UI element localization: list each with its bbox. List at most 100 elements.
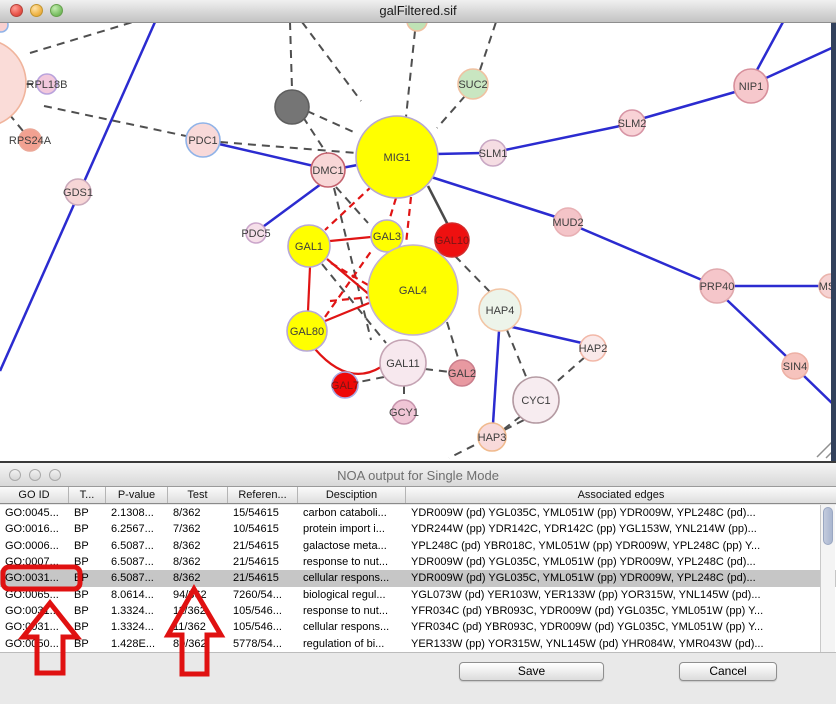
network-node-label: GCY1 (389, 407, 419, 419)
vertical-scrollbar[interactable] (820, 505, 835, 652)
table-cell: 6.5087... (106, 538, 168, 554)
network-edge-dashed[interactable] (406, 31, 415, 117)
network-node-label: SLM1 (479, 148, 508, 160)
panel-title: NOA output for Single Mode (0, 468, 836, 483)
network-edge-pp[interactable] (428, 176, 556, 217)
network-node-label: GAL2 (448, 368, 476, 380)
table-row[interactable]: GO:0031...BP1.3324...11/362105/546...cel… (0, 619, 836, 635)
column-header[interactable]: T... (69, 487, 106, 503)
network-edge-pp[interactable] (493, 331, 499, 424)
network-edge-pp[interactable] (757, 22, 783, 70)
network-edge-pp[interactable] (580, 228, 702, 280)
table-cell: response to nut... (298, 603, 406, 619)
table-cell: GO:0065... (0, 587, 69, 603)
network-edge-pp[interactable] (505, 126, 620, 150)
network-edge-red[interactable] (308, 267, 310, 311)
network-edge-pp[interactable] (512, 327, 582, 343)
column-header[interactable]: Desciption (298, 487, 406, 503)
table-row[interactable]: GO:0031...BP6.5087...8/36221/54615cellul… (0, 570, 836, 586)
network-canvas[interactable]: RPL18BRPS24AGDS1PDC1DMC1MIG1SUC2SLM1SLM2… (0, 0, 836, 461)
table-cell: cellular respons... (298, 570, 406, 586)
network-edge-dashed[interactable] (30, 22, 133, 53)
network-edge-pp[interactable] (727, 300, 787, 357)
table-cell: BP (69, 636, 106, 652)
table-cell: 6.5087... (106, 554, 168, 570)
network-node[interactable] (0, 39, 26, 127)
table-row[interactable]: GO:0065...BP8.0614...94/3627260/54...bio… (0, 587, 836, 603)
network-edge-dashed[interactable] (455, 256, 491, 293)
column-header[interactable]: Test (168, 487, 228, 503)
table-row[interactable]: GO:0031...BP1.3324...11/362105/546...res… (0, 603, 836, 619)
table-cell: BP (69, 554, 106, 570)
network-edge-pp[interactable] (766, 46, 836, 78)
table-cell: biological regul... (298, 587, 406, 603)
column-header[interactable]: GO ID (0, 487, 69, 503)
network-node-label: CYC1 (521, 395, 550, 407)
column-header[interactable]: P-value (106, 487, 168, 503)
table-cell: GO:0016... (0, 521, 69, 537)
table-cell: GO:0007... (0, 554, 69, 570)
column-header[interactable]: Referen... (228, 487, 298, 503)
scrollbar-thumb[interactable] (823, 507, 833, 545)
table-cell: 8/362 (168, 505, 228, 521)
save-button[interactable]: Save (459, 662, 604, 681)
cancel-button[interactable]: Cancel (679, 662, 777, 681)
table-cell: GO:0050... (0, 636, 69, 652)
column-header[interactable]: Associated edges (406, 487, 836, 503)
table-row[interactable]: GO:0045...BP2.1308...8/36215/54615carbon… (0, 505, 836, 521)
network-edge-pp[interactable] (644, 92, 735, 118)
table-cell: 10/54615 (228, 521, 298, 537)
network-node-label: MIG1 (384, 152, 411, 164)
table-header[interactable]: GO IDT...P-valueTestReferen...Desciption… (0, 486, 836, 504)
table-cell: 15/54615 (228, 505, 298, 521)
network-node-label: HAP3 (478, 432, 507, 444)
table-cell: 1.3324... (106, 603, 168, 619)
network-edge-dashed[interactable] (480, 22, 496, 70)
network-node-label: GDS1 (63, 187, 93, 199)
network-edge-pp[interactable] (260, 184, 321, 229)
table-cell: 8/362 (168, 570, 228, 586)
table-row[interactable]: GO:0007...BP6.5087...8/36221/54615respon… (0, 554, 836, 570)
network-edge-dashed[interactable] (359, 377, 384, 382)
table-cell: GO:0006... (0, 538, 69, 554)
network-node-label: GAL10 (435, 235, 469, 247)
network-edge-dashed[interactable] (307, 111, 358, 134)
table-cell: protein import i... (298, 521, 406, 537)
table-row[interactable]: GO:0016...BP6.2567...7/36210/54615protei… (0, 521, 836, 537)
network-edge-dashed[interactable] (334, 188, 371, 340)
network-edge-pp[interactable] (436, 153, 482, 154)
table-row[interactable]: GO:0050...BP1.428E...80/3625778/54...reg… (0, 636, 836, 652)
network-node-label: GAL11 (386, 358, 419, 370)
network-edge-red-curve[interactable] (315, 349, 381, 374)
network-node[interactable] (275, 90, 309, 124)
network-edge-red-dashed[interactable] (406, 197, 411, 244)
table-cell: BP (69, 603, 106, 619)
network-edge-dashed[interactable] (507, 330, 527, 379)
network-node-label: GAL1 (295, 241, 323, 253)
table-cell: 8/362 (168, 538, 228, 554)
table-row[interactable]: GO:0006...BP6.5087...8/36221/54615galact… (0, 538, 836, 554)
panel-footer: Save Cancel (0, 652, 836, 704)
table-cell: 21/54615 (228, 570, 298, 586)
network-edge-dashed[interactable] (220, 142, 356, 153)
table-cell: GO:0031... (0, 603, 69, 619)
network-node-label: RPL18B (27, 79, 68, 91)
table-cell: YPL248C (pd) YBR018C, YML051W (pp) YDR00… (406, 538, 836, 554)
network-edge-dashed[interactable] (425, 369, 450, 372)
network-edge-dashed[interactable] (553, 357, 585, 385)
network-edge-dashed[interactable] (437, 96, 465, 128)
panel-titlebar: NOA output for Single Mode (0, 461, 836, 486)
table-cell: 1.428E... (106, 636, 168, 652)
network-edge-dashed[interactable] (302, 22, 361, 101)
network-edge-solid[interactable] (428, 186, 448, 225)
network-edge-red-dashed[interactable] (389, 198, 396, 221)
table-cell: GO:0031... (0, 619, 69, 635)
table-cell: YGL073W (pd) YER103W, YER133W (pp) YOR31… (406, 587, 836, 603)
network-edge-dashed[interactable] (447, 322, 459, 361)
table-cell: BP (69, 538, 106, 554)
network-edge-red-dashed[interactable] (325, 186, 372, 230)
network-edge-dashed[interactable] (290, 22, 292, 89)
table-cell: 11/362 (168, 603, 228, 619)
network-edge-red[interactable] (330, 237, 371, 241)
table-cell: BP (69, 570, 106, 586)
